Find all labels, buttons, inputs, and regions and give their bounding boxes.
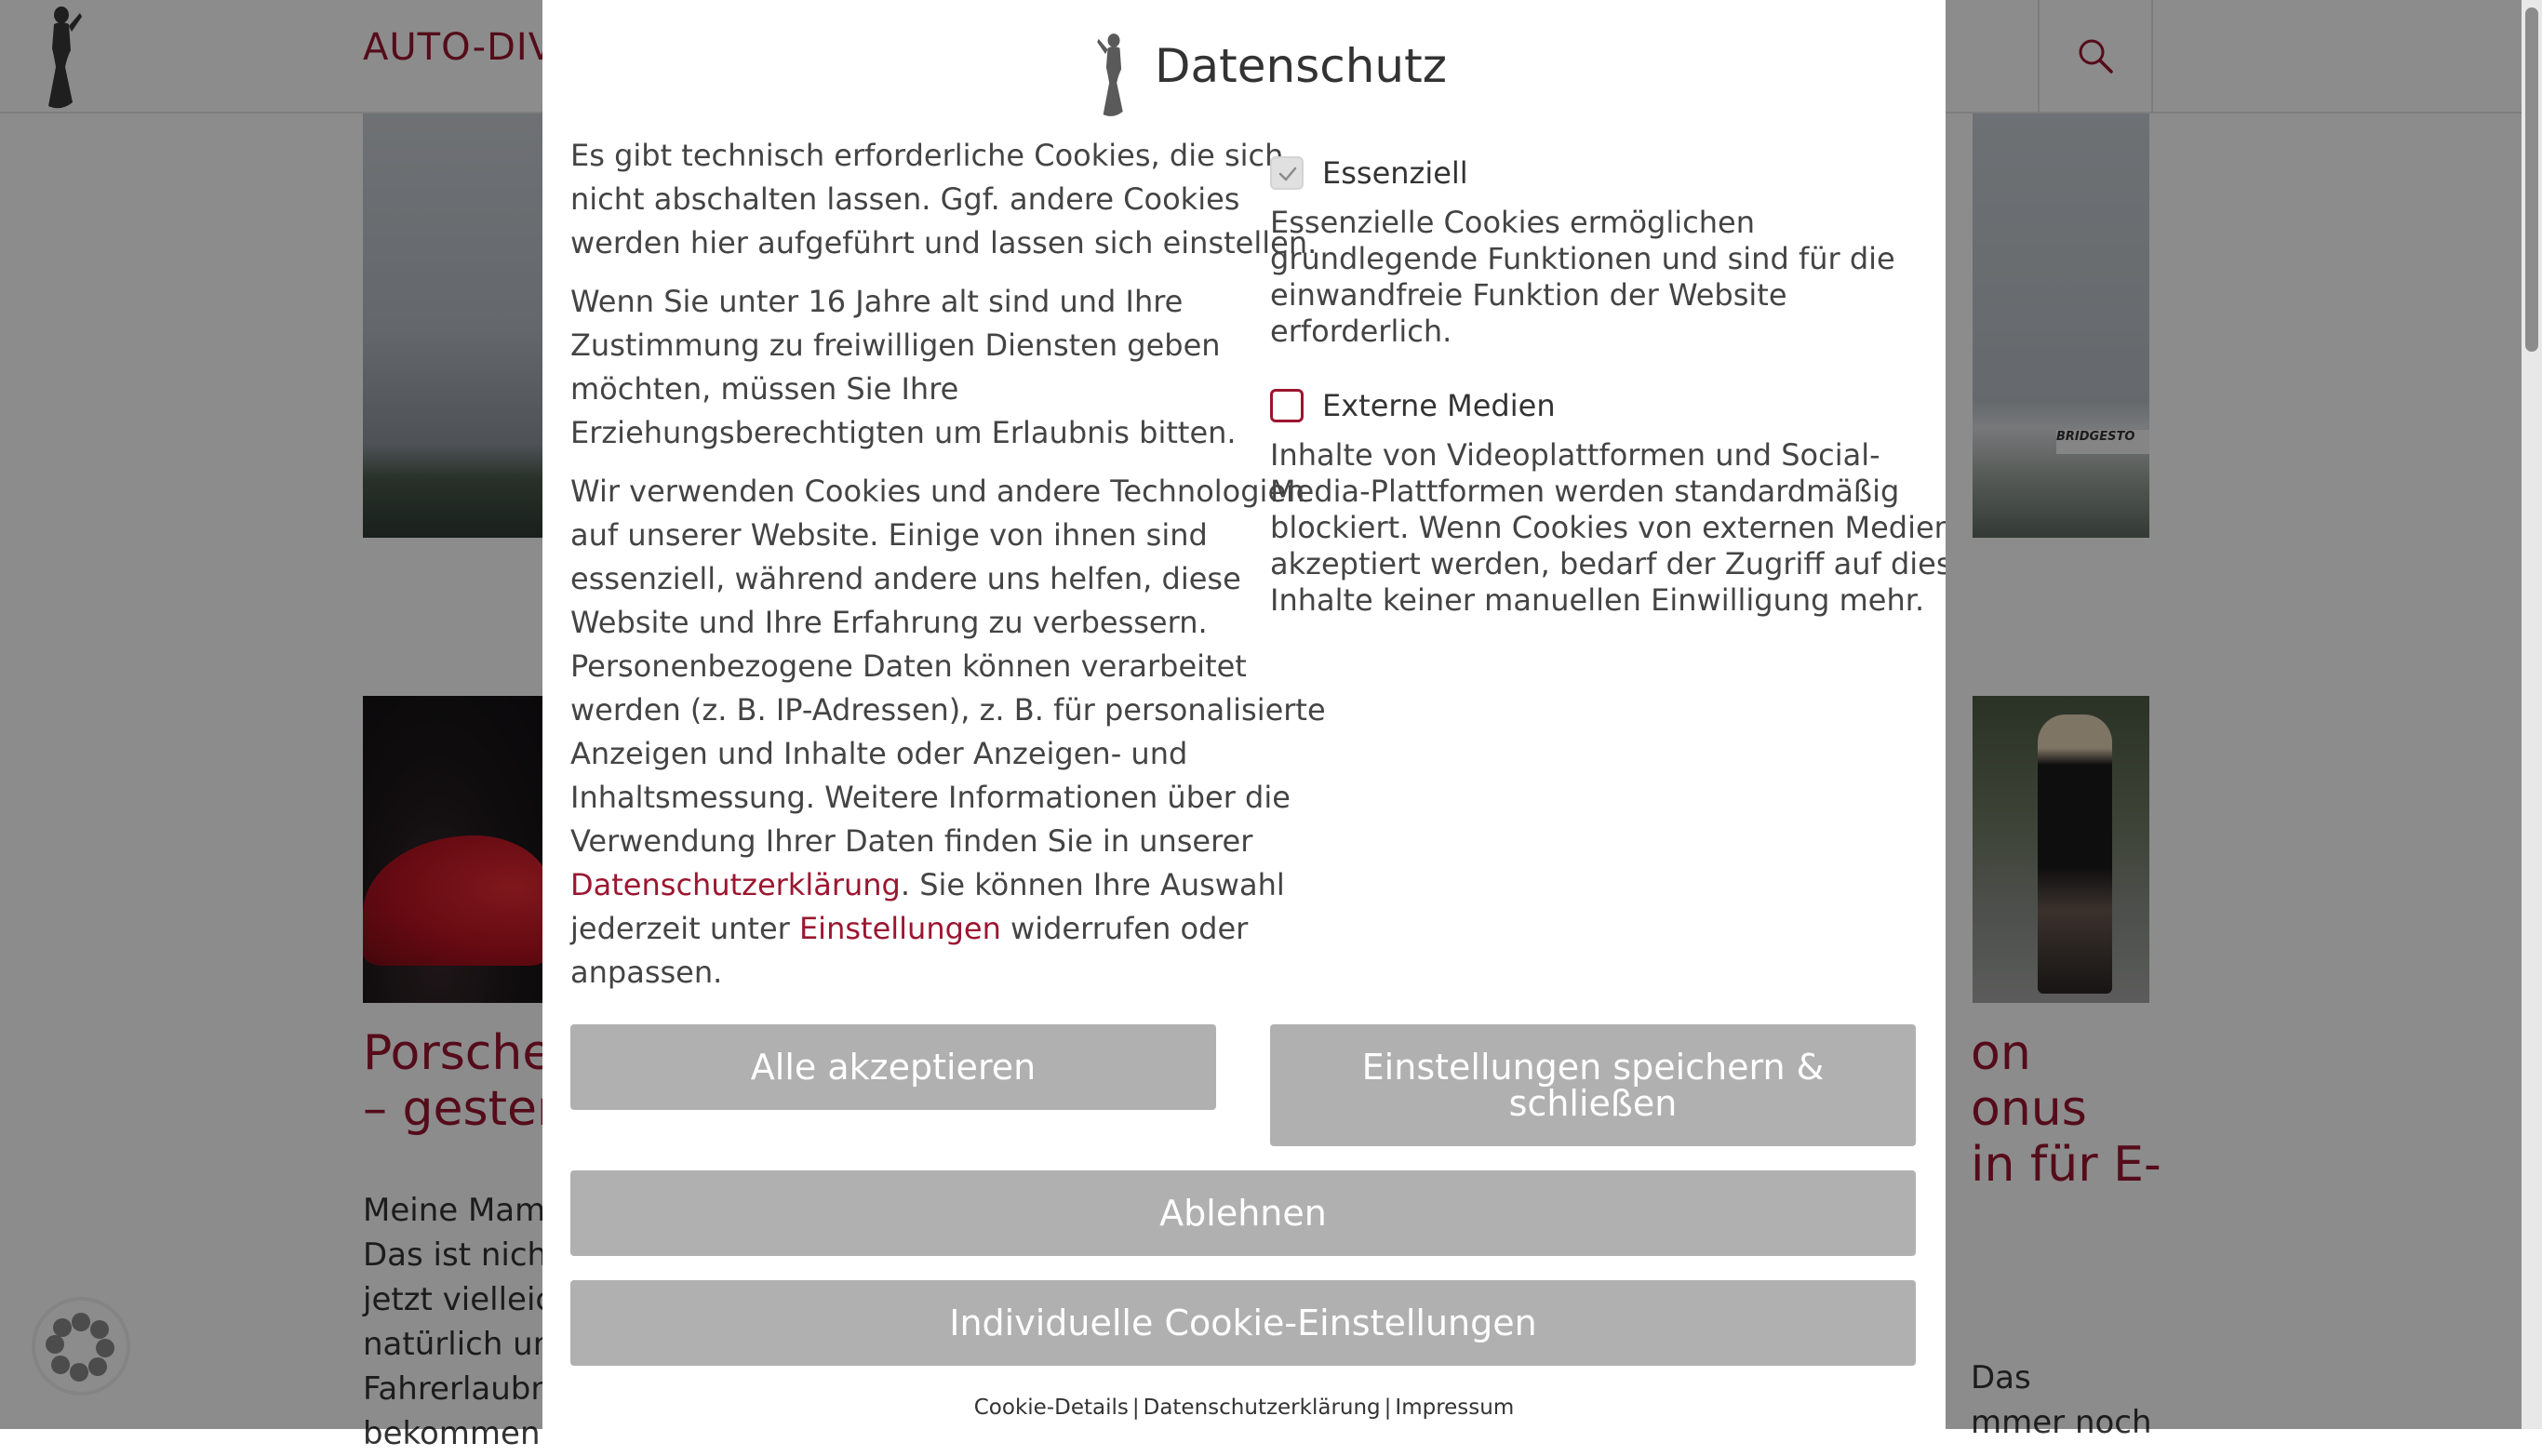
category-external-media: Externe Medien <box>1270 383 1921 428</box>
external-media-description: Inhalte von Videoplattformen und Social-… <box>1270 437 1946 618</box>
category-essential: Essenziell <box>1270 151 1921 195</box>
footer-separator: | <box>1131 1396 1140 1420</box>
privacy-policy-link[interactable]: Datenschutzerklärung <box>570 867 901 902</box>
intro-paragraph-2: Wenn Sie unter 16 Jahre alt sind und Ihr… <box>570 284 1237 450</box>
intro-paragraph-3: Wir verwenden Cookies und andere Technol… <box>570 470 1326 995</box>
footer-separator: | <box>1384 1396 1392 1420</box>
cookie-details-link[interactable]: Cookie-Details <box>974 1396 1129 1420</box>
intro-text-part-1: Wir verwenden Cookies und andere Technol… <box>570 474 1326 859</box>
modal-header: Datenschutz <box>542 26 1946 119</box>
decline-button[interactable]: Ablehnen <box>570 1170 1916 1256</box>
accept-all-button[interactable]: Alle akzeptieren <box>570 1024 1216 1110</box>
external-media-label[interactable]: Externe Medien <box>1322 388 1556 423</box>
checkmark-icon <box>1278 167 1297 181</box>
cookie-categories: Essenziell Essenzielle Cookies ermöglich… <box>1270 151 1946 652</box>
intro-paragraph-1: Es gibt technisch erforderliche Cookies,… <box>570 138 1318 260</box>
individual-settings-button[interactable]: Individuelle Cookie-Einstellungen <box>570 1280 1916 1366</box>
essential-label[interactable]: Essenziell <box>1322 155 1468 191</box>
lady-logo-icon <box>1090 30 1138 119</box>
settings-link[interactable]: Einstellungen <box>799 911 1001 946</box>
privacy-modal: Datenschutz Es gibt technisch erforderli… <box>542 0 1946 1429</box>
footer-privacy-link[interactable]: Datenschutzerklärung <box>1144 1396 1381 1420</box>
intro-column: Es gibt technisch erforderliche Cookies,… <box>570 134 1326 1009</box>
external-media-checkbox[interactable] <box>1270 389 1304 422</box>
page-scrollbar-thumb[interactable] <box>2525 7 2538 352</box>
footer-imprint-link[interactable]: Impressum <box>1395 1396 1514 1420</box>
modal-footer-links: Cookie-Details | Datenschutzerklärung | Impr… <box>542 1396 1946 1420</box>
modal-title: Datenschutz <box>1155 39 1447 93</box>
page-scrollbar[interactable] <box>2522 0 2542 1429</box>
essential-checkbox[interactable] <box>1270 156 1304 190</box>
essential-description: Essenzielle Cookies ermöglichen grundleg… <box>1270 205 1895 349</box>
save-and-close-button[interactable]: Einstellungen speichern & schließen <box>1270 1024 1916 1146</box>
